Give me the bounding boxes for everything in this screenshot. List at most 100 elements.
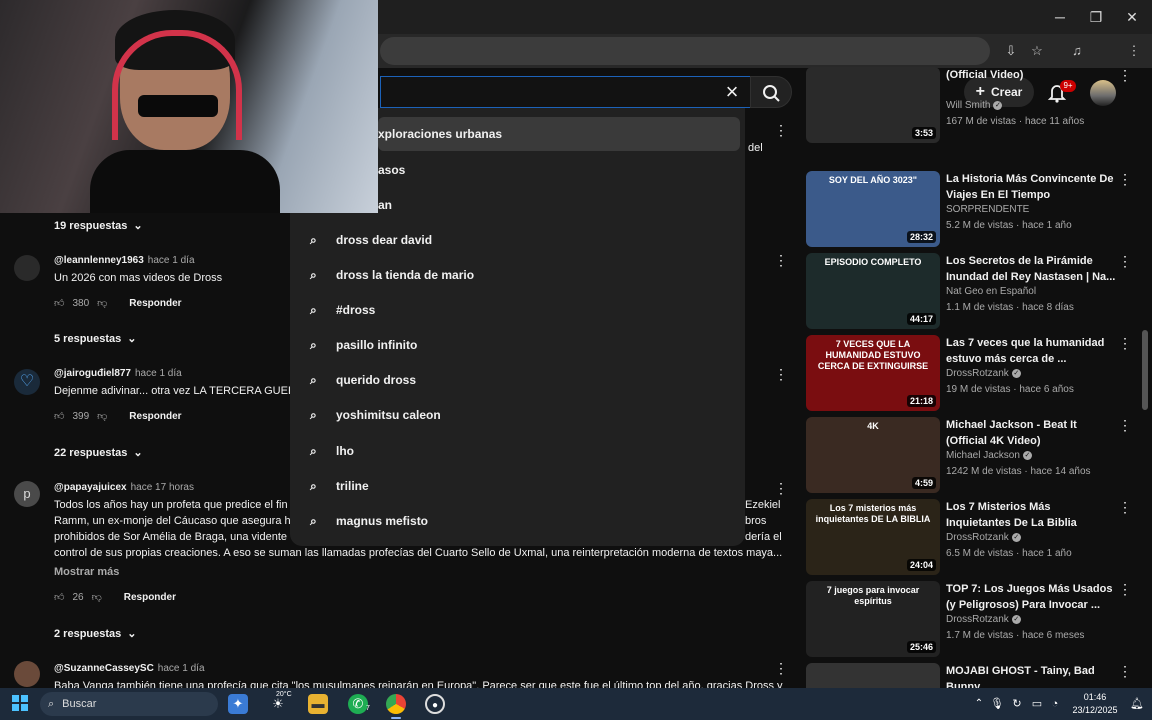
sync-icon[interactable]: ↻: [1010, 694, 1024, 714]
copilot-icon[interactable]: ✦: [228, 694, 248, 714]
suggestion-item[interactable]: ⌕ dross la tienda de mario: [290, 258, 745, 292]
video-options-icon[interactable]: ⋮: [1118, 581, 1132, 598]
channel-name[interactable]: SORPRENDENTE: [946, 204, 1029, 215]
suggestion-item[interactable]: an: [378, 188, 740, 222]
video-title[interactable]: TOP 7: Los Juegos Más Usados (y Peligros…: [946, 581, 1116, 613]
battery-icon[interactable]: ▭: [1030, 694, 1044, 714]
comment-options-icon[interactable]: ⋮: [774, 367, 788, 381]
video-thumbnail[interactable]: 7 juegos para invocar espíritus 25:46: [806, 581, 940, 657]
comment-avatar[interactable]: [14, 661, 40, 687]
suggestion-item[interactable]: ⌕ lho: [290, 434, 745, 468]
search-button[interactable]: [750, 76, 792, 108]
whatsapp-icon[interactable]: ✆: [348, 694, 368, 714]
minimize-button[interactable]: ─: [1050, 8, 1070, 26]
suggestion-item[interactable]: ⌕ magnus mefisto: [290, 504, 745, 538]
video-options-icon[interactable]: ⋮: [1118, 171, 1132, 188]
comment-avatar[interactable]: ♡: [14, 369, 40, 395]
video-item[interactable]: 4K 4:59 Michael Jackson - Beat It (Officia…: [806, 417, 1146, 495]
tray-chevron-icon[interactable]: ⌃: [972, 694, 986, 714]
dislike-icon[interactable]: 👎︎: [92, 591, 102, 603]
comment-options-icon[interactable]: ⋮: [774, 481, 788, 495]
video-thumbnail[interactable]: 7 VECES QUE LA HUMANIDAD ESTUVO CERCA DE…: [806, 335, 940, 411]
video-title[interactable]: Los 7 Misterios Más Inquietantes De La B…: [946, 499, 1116, 531]
reply-button[interactable]: Responder: [129, 411, 181, 422]
browser-menu-icon[interactable]: ⋮: [1125, 42, 1143, 60]
volume-icon[interactable]: [1050, 694, 1064, 714]
bookmark-star-icon[interactable]: ☆: [1028, 42, 1046, 60]
obs-icon[interactable]: ●: [425, 694, 445, 714]
channel-name[interactable]: Michael Jackson ✓: [946, 450, 1032, 461]
system-clock[interactable]: 01:46 23/12/2025: [1066, 691, 1124, 717]
replies-toggle[interactable]: 19 respuestas ⌄: [54, 219, 143, 233]
windows-start-icon[interactable]: [10, 694, 30, 714]
video-options-icon[interactable]: ⋮: [1118, 499, 1132, 516]
channel-name[interactable]: Nat Geo en Español: [946, 286, 1036, 297]
video-options-icon[interactable]: ⋮: [1118, 253, 1132, 270]
maximize-button[interactable]: ❐: [1086, 8, 1106, 26]
suggestion-item[interactable]: ⌕ yoshimitsu caleon: [290, 398, 745, 432]
dislike-icon[interactable]: 👎︎: [97, 297, 107, 309]
file-explorer-icon[interactable]: ▬: [308, 694, 328, 714]
address-bar[interactable]: [380, 37, 990, 65]
suggestion-item[interactable]: ⌕ dross dear david: [290, 223, 745, 257]
install-app-icon[interactable]: ⇩: [1002, 42, 1020, 60]
replies-toggle[interactable]: 22 respuestas ⌄: [54, 446, 143, 460]
video-item[interactable]: EPISODIO COMPLETO 44:17 Los Secretos de la…: [806, 253, 1146, 331]
video-title[interactable]: Los Secretos de la Pirámide Inundad del …: [946, 253, 1116, 285]
suggestion-item[interactable]: ⌕ querido dross: [290, 363, 745, 397]
comment-author[interactable]: @papayajuicex hace 17 horas: [54, 482, 194, 493]
video-thumbnail[interactable]: SOY DEL AÑO 3023" 28:32: [806, 171, 940, 247]
comment-author[interactable]: @jairoguđiel877 hace 1 día: [54, 368, 182, 379]
taskbar-search[interactable]: ⌕ Buscar: [40, 692, 218, 716]
comment-options-icon[interactable]: ⋮: [774, 123, 788, 137]
channel-name[interactable]: DrossRotzank ✓: [946, 368, 1021, 379]
show-more-link[interactable]: Mostrar más: [54, 566, 119, 578]
comment-avatar[interactable]: p: [14, 481, 40, 507]
like-icon[interactable]: 👍︎: [54, 297, 64, 309]
video-thumbnail[interactable]: Los 7 misterios más inquietantes DE LA B…: [806, 499, 940, 575]
media-control-icon[interactable]: ♫: [1068, 42, 1086, 60]
close-button[interactable]: ✕: [1122, 8, 1142, 26]
reply-button[interactable]: Responder: [129, 298, 181, 309]
search-input[interactable]: [380, 76, 750, 108]
scrollbar[interactable]: [1142, 330, 1148, 410]
video-item[interactable]: 3:53 (Official Video) Will Smith ✓ 167 M de …: [806, 67, 1146, 145]
video-options-icon[interactable]: ⋮: [1118, 67, 1132, 84]
video-thumbnail[interactable]: 3:53: [806, 67, 940, 143]
video-options-icon[interactable]: ⋮: [1118, 335, 1132, 352]
video-item[interactable]: SOY DEL AÑO 3023" 28:32 La Historia Más Co…: [806, 171, 1146, 249]
comment-options-icon[interactable]: ⋮: [774, 253, 788, 267]
suggestion-item[interactable]: ⌕ pasillo infinito: [290, 328, 745, 362]
video-options-icon[interactable]: ⋮: [1118, 417, 1132, 434]
like-icon[interactable]: 👍︎: [54, 591, 64, 603]
comment-author[interactable]: @SuzanneCasseySC hace 1 día: [54, 663, 205, 674]
replies-toggle[interactable]: 2 respuestas ⌄: [54, 627, 136, 641]
dislike-icon[interactable]: 👎︎: [97, 410, 107, 422]
video-thumbnail[interactable]: EPISODIO COMPLETO 44:17: [806, 253, 940, 329]
channel-name[interactable]: DrossRotzank ✓: [946, 614, 1021, 625]
video-item[interactable]: 7 VECES QUE LA HUMANIDAD ESTUVO CERCA DE…: [806, 335, 1146, 413]
video-options-icon[interactable]: ⋮: [1118, 663, 1132, 680]
suggestion-item[interactable]: asos: [378, 153, 740, 187]
video-title[interactable]: Michael Jackson - Beat It (Official 4K V…: [946, 417, 1116, 449]
comment-author[interactable]: @leannlenney1963 hace 1 día: [54, 255, 195, 266]
replies-toggle[interactable]: 5 respuestas ⌄: [54, 332, 136, 346]
chrome-icon[interactable]: [386, 694, 406, 714]
clear-search-icon[interactable]: ×: [720, 80, 744, 104]
like-icon[interactable]: 👍︎: [54, 410, 64, 422]
video-item[interactable]: 7 juegos para invocar espíritus 25:46 TOP …: [806, 581, 1146, 659]
suggestion-item[interactable]: ⌕ triline: [290, 469, 745, 503]
comment-avatar[interactable]: [14, 255, 40, 281]
suggestion-item[interactable]: xploraciones urbanas: [378, 117, 740, 151]
channel-name[interactable]: Will Smith ✓: [946, 100, 1003, 111]
microphone-icon[interactable]: 🎙︎: [990, 694, 1004, 714]
video-title[interactable]: Las 7 veces que la humanidad estuvo más …: [946, 335, 1116, 367]
reply-button[interactable]: Responder: [124, 592, 176, 603]
video-item[interactable]: Los 7 misterios más inquietantes DE LA B…: [806, 499, 1146, 577]
video-thumbnail[interactable]: 4K 4:59: [806, 417, 940, 493]
channel-name[interactable]: DrossRotzank ✓: [946, 532, 1021, 543]
video-title[interactable]: (Official Video): [946, 67, 1116, 83]
comment-options-icon[interactable]: ⋮: [774, 661, 788, 675]
video-title[interactable]: La Historia Más Convincente De Viajes En…: [946, 171, 1116, 203]
notification-center-icon[interactable]: 🔔︎: [1130, 694, 1144, 714]
